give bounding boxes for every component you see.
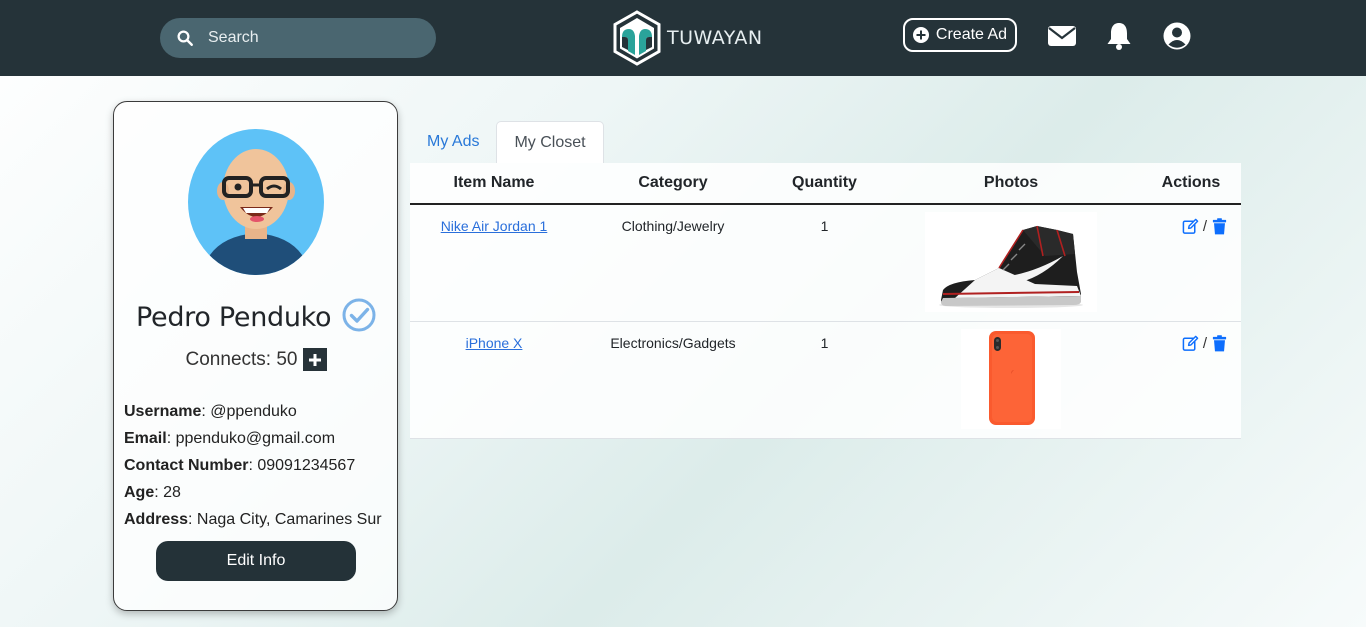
search-bar[interactable] (160, 18, 436, 58)
username-value: : @ppenduko (201, 403, 297, 420)
trash-icon[interactable] (1211, 218, 1228, 235)
table-row: Nike Air Jordan 1 Clothing/Jewelry 1 / (410, 204, 1241, 322)
tuwayan-logo-icon (613, 10, 661, 66)
profile-button[interactable] (1162, 21, 1192, 51)
address-label: Address (124, 511, 189, 528)
address-value: : Naga City, Camarines Sur (188, 511, 382, 528)
sneaker-photo[interactable] (925, 212, 1097, 312)
email-row: Email: ppenduko@gmail.com (124, 425, 382, 452)
create-ad-button[interactable]: Create Ad (903, 18, 1017, 52)
username-row: Username: @ppenduko (124, 398, 382, 425)
contact-value: : 09091234567 (248, 457, 356, 474)
contact-label: Contact Number (124, 457, 249, 474)
header-category: Category (578, 163, 768, 205)
closet-table: Item Name Category Quantity Photos Actio… (410, 163, 1241, 439)
contact-row: Contact Number: 09091234567 (124, 452, 382, 479)
item-category: Electronics/Gadgets (578, 321, 768, 439)
profile-info: Username: @ppenduko Email: ppenduko@gmai… (124, 398, 382, 533)
item-quantity: 1 (768, 321, 881, 439)
header-item-name: Item Name (410, 163, 578, 205)
email-value: : ppenduko@gmail.com (166, 430, 336, 447)
address-row: Address: Naga City, Camarines Sur (124, 506, 382, 533)
item-name-link[interactable]: Nike Air Jordan 1 (441, 218, 548, 234)
phone-case-photo[interactable] (961, 328, 1061, 429)
row-actions: / (1182, 218, 1228, 235)
profile-name: Pedro Penduko (136, 302, 332, 333)
row-actions: / (1182, 335, 1228, 352)
email-label: Email (124, 430, 167, 447)
header-photos: Photos (881, 163, 1141, 205)
tab-my-closet[interactable]: My Closet (496, 121, 604, 163)
notifications-button[interactable] (1104, 21, 1134, 51)
envelope-icon (1048, 26, 1076, 46)
trash-icon[interactable] (1211, 334, 1228, 352)
item-name-link[interactable]: iPhone X (466, 335, 523, 351)
action-separator: / (1202, 334, 1208, 352)
messages-button[interactable] (1047, 21, 1077, 51)
brand-name: TUWAYAN (667, 27, 763, 49)
add-connect-button[interactable] (303, 348, 328, 371)
header-quantity: Quantity (768, 163, 881, 205)
username-label: Username (124, 403, 202, 420)
user-circle-icon (1163, 22, 1191, 50)
avatar (188, 129, 324, 275)
closet-tabs: My Ads My Closet (410, 121, 604, 163)
edit-icon[interactable] (1182, 335, 1199, 352)
profile-card: Pedro Penduko Connects: 50 Username: @pp… (113, 101, 398, 611)
connects-label: Connects: 50 (185, 348, 298, 370)
edit-info-button[interactable]: Edit Info (156, 541, 356, 581)
bell-icon (1107, 23, 1131, 50)
search-icon (177, 30, 193, 46)
item-category: Clothing/Jewelry (578, 204, 768, 322)
header-actions: Actions (1141, 163, 1241, 205)
brand[interactable]: TUWAYAN (611, 9, 763, 67)
create-ad-label: Create Ad (935, 26, 1008, 43)
top-navbar: TUWAYAN Create Ad (0, 0, 1366, 76)
age-value: : 28 (154, 484, 181, 501)
table-row: iPhone X Electronics/Gadgets 1 / (410, 321, 1241, 439)
connects: Connects: 50 (114, 348, 399, 371)
plus-icon (309, 353, 322, 366)
plus-circle-icon (912, 27, 929, 43)
action-separator: / (1202, 218, 1208, 235)
item-quantity: 1 (768, 204, 881, 322)
age-row: Age: 28 (124, 479, 382, 506)
tab-my-ads[interactable]: My Ads (410, 121, 496, 163)
edit-icon[interactable] (1182, 218, 1199, 235)
age-label: Age (124, 484, 155, 501)
table-header-row: Item Name Category Quantity Photos Actio… (410, 163, 1241, 205)
verified-check-icon (342, 298, 376, 332)
search-input[interactable] (208, 26, 418, 50)
